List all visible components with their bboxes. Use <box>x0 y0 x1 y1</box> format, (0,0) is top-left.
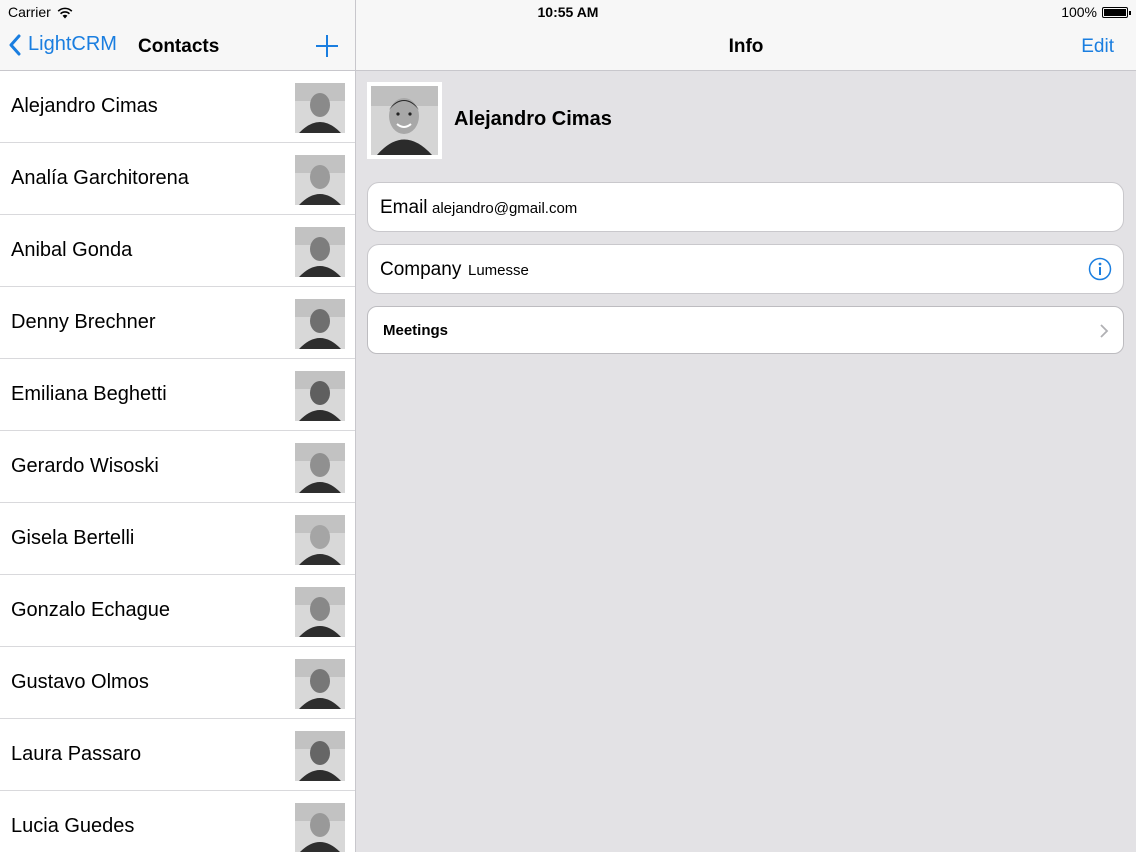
contact-photo <box>295 155 345 205</box>
contact-row[interactable]: Gisela Bertelli <box>0 503 355 575</box>
contact-photo <box>295 83 345 133</box>
info-icon[interactable] <box>1088 257 1112 281</box>
battery-percent: 100% <box>1061 4 1097 20</box>
contact-row[interactable]: Denny Brechner <box>0 287 355 359</box>
contact-name: Anibal Gonda <box>11 239 133 261</box>
meetings-label: Meetings <box>383 322 449 339</box>
contact-row[interactable]: Gerardo Wisoski <box>0 431 355 503</box>
contact-name: Emiliana Beghetti <box>11 383 167 405</box>
back-button[interactable]: LightCRM <box>8 33 117 56</box>
contact-row[interactable]: Gonzalo Echague <box>0 575 355 647</box>
company-label: Company <box>380 259 462 280</box>
contact-name: Laura Passaro <box>11 743 142 765</box>
email-field[interactable]: Email alejandro@gmail.com <box>367 182 1124 232</box>
contact-row[interactable]: Analía Garchitorena <box>0 143 355 215</box>
battery-icon <box>1102 6 1131 18</box>
contact-name: Alejandro Cimas <box>11 95 158 117</box>
status-bar: Carrier 10:55 AM 100% <box>0 0 1136 24</box>
company-field[interactable]: Company Lumesse <box>367 244 1124 294</box>
contact-name: Denny Brechner <box>11 311 156 333</box>
contacts-title: Contacts <box>138 36 220 57</box>
back-button-label: LightCRM <box>28 33 117 55</box>
edit-button[interactable]: Edit <box>1081 36 1114 58</box>
detail-panel: Info Edit Alejandro Cimas Email alejandr… <box>356 0 1136 852</box>
status-right: 100% <box>1061 4 1131 20</box>
contact-photo <box>295 443 345 493</box>
add-contact-button[interactable] <box>314 33 340 59</box>
status-time: 10:55 AM <box>537 4 599 20</box>
contact-photo <box>295 299 345 349</box>
contact-photo <box>295 731 345 781</box>
contact-name: Gisela Bertelli <box>11 527 135 549</box>
contact-photo <box>295 587 345 637</box>
contact-row[interactable]: Alejandro Cimas <box>0 71 355 143</box>
detail-title: Info <box>728 36 764 57</box>
chevron-left-icon <box>9 34 21 55</box>
profile-photo <box>367 82 442 159</box>
company-value: Lumesse <box>468 262 529 279</box>
meetings-row[interactable]: Meetings <box>367 306 1124 354</box>
contact-photo <box>295 227 345 277</box>
contact-row[interactable]: Anibal Gonda <box>0 215 355 287</box>
contacts-panel: LightCRM Contacts Alejandro Cimas Analía … <box>0 0 356 852</box>
contact-photo <box>295 515 345 565</box>
contact-list: Alejandro Cimas Analía Garchitorena Anibal… <box>0 71 355 852</box>
contact-name: Alejandro Cimas <box>454 108 612 130</box>
contact-row[interactable]: Lucia Guedes <box>0 791 355 852</box>
email-label: Email <box>380 197 428 218</box>
avatar <box>371 86 438 155</box>
chevron-right-icon <box>1100 324 1109 338</box>
contact-name: Gerardo Wisoski <box>11 455 159 477</box>
contact-name: Analía Garchitorena <box>11 167 189 189</box>
contact-row[interactable]: Gustavo Olmos <box>0 647 355 719</box>
contact-photo <box>295 371 345 421</box>
contact-row[interactable]: Emiliana Beghetti <box>0 359 355 431</box>
contact-name: Gonzalo Echague <box>11 599 171 621</box>
contact-photo <box>295 659 345 709</box>
contact-name: Gustavo Olmos <box>11 671 149 693</box>
contact-row[interactable]: Laura Passaro <box>0 719 355 791</box>
contact-photo <box>295 803 345 852</box>
contact-name: Lucia Guedes <box>11 815 135 837</box>
email-value: alejandro@gmail.com <box>432 200 578 217</box>
